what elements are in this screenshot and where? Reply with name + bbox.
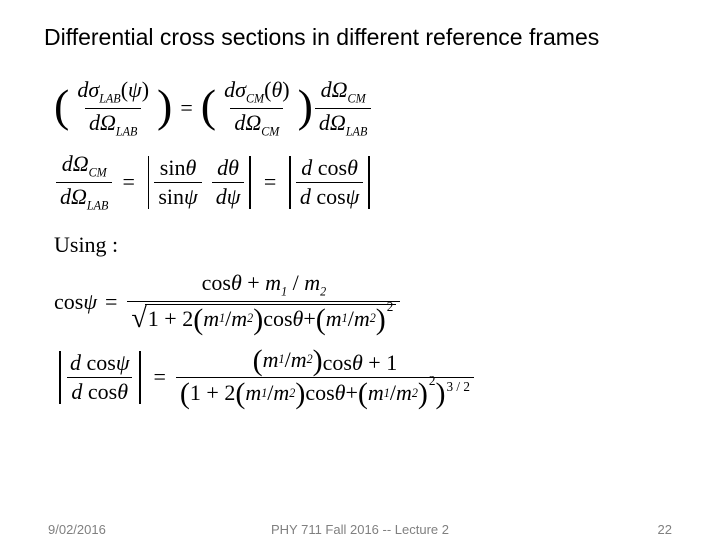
sqrt-icon: √ 1 + 2m1 / m2cosθ + m1 / m22 — [131, 304, 396, 333]
paren-right-cm: dσCM(θ) dΩCM — [201, 76, 313, 140]
equation-frame-transform: dσLAB(ψ) dΩLAB = dσCM(θ) dΩCM dΩCM dΩLAB — [54, 76, 660, 140]
abs-sin-ratio: sinθ sinψ dθ dψ — [143, 154, 256, 211]
slide-title: Differential cross sections in different… — [44, 24, 676, 51]
frac-domega-ratio: dΩCM dΩLAB — [56, 150, 112, 214]
frac-dcos-result: m1 / m2cosθ + 1 1 + 2m1 / m2cosθ + m1 / … — [176, 345, 474, 410]
equation-dcos-ratio: d cosψ d cosθ = m1 / m2cosθ + 1 1 + 2m1 … — [54, 345, 660, 410]
frac-jacobian: dΩCM dΩLAB — [315, 76, 371, 140]
math-content: dσLAB(ψ) dΩLAB = dσCM(θ) dΩCM dΩCM dΩLAB… — [54, 66, 660, 420]
equation-cos-psi: cosψ = cosθ + m1 / m2 √ 1 + 2m1 / m2cosθ… — [54, 269, 660, 335]
equals-icon: = — [180, 96, 192, 120]
equals-icon: = — [264, 170, 276, 194]
frac-dsigma-lab: dσLAB(ψ) dΩLAB — [73, 76, 153, 140]
frac-cos-psi: cosθ + m1 / m2 √ 1 + 2m1 / m2cosθ + m1 /… — [127, 269, 400, 335]
slide: Differential cross sections in different… — [0, 0, 720, 540]
footer-page: 22 — [658, 522, 672, 537]
abs-cos-ratio: d cosθ d cosψ — [284, 154, 375, 211]
frac-dsigma-cm: dσCM(θ) dΩCM — [220, 76, 293, 140]
footer-course: PHY 711 Fall 2016 -- Lecture 2 — [0, 522, 720, 537]
using-label: Using : — [54, 233, 660, 257]
equals-icon: = — [122, 170, 134, 194]
paren-left-lab: dσLAB(ψ) dΩLAB — [54, 76, 172, 140]
equation-jacobian-expand: dΩCM dΩLAB = sinθ sinψ dθ dψ = d cosθ — [54, 150, 660, 214]
abs-dcos-left: d cosψ d cosθ — [54, 349, 146, 406]
equals-icon: = — [154, 365, 166, 389]
equals-icon: = — [105, 290, 117, 314]
